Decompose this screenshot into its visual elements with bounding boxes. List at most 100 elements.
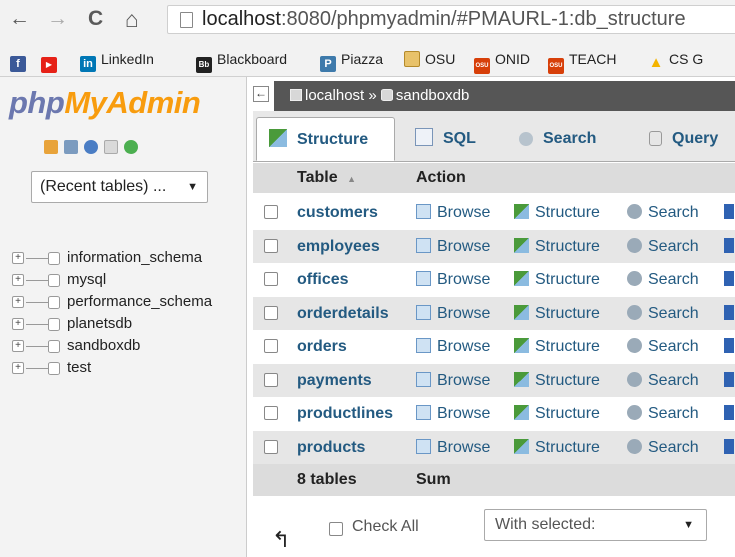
search-action[interactable]: Search xyxy=(627,397,699,430)
db-item[interactable]: + mysql xyxy=(12,269,212,291)
insert-action[interactable] xyxy=(724,230,735,263)
db-name[interactable]: mysql xyxy=(67,271,106,288)
table-name-link[interactable]: products xyxy=(297,431,365,464)
bookmark-cs[interactable]: ▲ CS G xyxy=(648,49,704,71)
structure-action[interactable]: Structure xyxy=(514,397,600,430)
insert-action[interactable] xyxy=(724,397,735,430)
search-action[interactable]: Search xyxy=(627,297,699,330)
home-button[interactable]: ⌂ xyxy=(125,8,139,31)
db-item[interactable]: + planetsdb xyxy=(12,313,212,335)
table-name-link[interactable]: employees xyxy=(297,230,380,263)
search-action[interactable]: Search xyxy=(627,230,699,263)
expand-icon[interactable]: + xyxy=(12,340,24,352)
table-name-link[interactable]: customers xyxy=(297,196,378,229)
expand-icon[interactable]: + xyxy=(12,274,24,286)
structure-action[interactable]: Structure xyxy=(514,263,600,296)
structure-action[interactable]: Structure xyxy=(514,431,600,464)
search-action[interactable]: Search xyxy=(627,431,699,464)
recent-tables-select[interactable]: (Recent tables) ... ▼ xyxy=(31,171,208,203)
row-checkbox[interactable] xyxy=(264,238,278,253)
forward-button[interactable]: → xyxy=(47,8,68,29)
row-checkbox[interactable] xyxy=(264,272,278,286)
docs-icon[interactable] xyxy=(104,140,118,154)
reload-button[interactable]: C xyxy=(88,8,103,29)
structure-icon xyxy=(514,304,529,320)
insert-action[interactable] xyxy=(724,364,735,397)
search-action[interactable]: Search xyxy=(627,364,699,397)
browse-action[interactable]: Browse xyxy=(416,263,490,296)
bookmark-onid[interactable]: OSU ONID xyxy=(474,49,530,74)
row-checkbox[interactable] xyxy=(264,406,278,420)
tab-structure[interactable]: Structure xyxy=(256,117,395,161)
db-name[interactable]: performance_schema xyxy=(67,293,212,310)
insert-action[interactable] xyxy=(724,297,735,330)
row-checkbox[interactable] xyxy=(264,305,278,320)
browse-action[interactable]: Browse xyxy=(416,297,490,330)
insert-action[interactable] xyxy=(724,330,735,363)
table-name-link[interactable]: orderdetails xyxy=(297,297,389,330)
browse-action[interactable]: Browse xyxy=(416,330,490,363)
bookmark-facebook[interactable]: f xyxy=(10,49,31,72)
row-checkbox[interactable] xyxy=(264,439,278,454)
row-checkbox[interactable] xyxy=(264,372,278,387)
help-icon[interactable] xyxy=(84,140,98,154)
row-checkbox[interactable] xyxy=(264,205,278,219)
with-selected-select[interactable]: With selected: ▼ xyxy=(484,509,707,541)
bookmark-teach[interactable]: OSU TEACH xyxy=(548,49,616,74)
table-column-header[interactable]: Table ▲ xyxy=(297,163,356,194)
browse-action[interactable]: Browse xyxy=(416,397,490,430)
bookmark-youtube[interactable]: ▶ xyxy=(41,49,62,73)
db-item[interactable]: + sandboxdb xyxy=(12,335,212,357)
table-name-link[interactable]: offices xyxy=(297,263,349,296)
bookmark-piazza[interactable]: P Piazza xyxy=(320,49,383,72)
structure-action[interactable]: Structure xyxy=(514,364,600,397)
collapse-panel-button[interactable]: ← xyxy=(253,86,269,102)
db-name[interactable]: planetsdb xyxy=(67,315,132,332)
table-name-link[interactable]: productlines xyxy=(297,397,393,430)
tab-sql[interactable]: SQL xyxy=(403,117,495,161)
expand-icon[interactable]: + xyxy=(12,362,24,374)
reload-nav-icon[interactable] xyxy=(124,140,138,154)
search-action[interactable]: Search xyxy=(627,263,699,296)
phpmyadmin-logo[interactable]: phpMyAdmin xyxy=(9,85,201,121)
home-icon[interactable] xyxy=(44,140,58,154)
db-name[interactable]: test xyxy=(67,359,91,376)
back-button[interactable]: ← xyxy=(9,8,30,29)
expand-icon[interactable]: + xyxy=(12,252,24,264)
structure-action[interactable]: Structure xyxy=(514,230,600,263)
row-checkbox[interactable] xyxy=(264,339,278,353)
expand-icon[interactable]: + xyxy=(12,296,24,308)
table-name-link[interactable]: payments xyxy=(297,364,372,397)
browse-action[interactable]: Browse xyxy=(416,431,490,464)
table-name-link[interactable]: orders xyxy=(297,330,347,363)
bookmark-osu[interactable]: OSU xyxy=(404,49,455,69)
insert-action[interactable] xyxy=(724,196,735,229)
structure-action[interactable]: Structure xyxy=(514,196,600,229)
search-action[interactable]: Search xyxy=(627,330,699,363)
tab-query[interactable]: Query xyxy=(637,117,735,161)
search-action[interactable]: Search xyxy=(627,196,699,229)
expand-icon[interactable]: + xyxy=(12,318,24,330)
db-name[interactable]: information_schema xyxy=(67,249,202,266)
check-all-label[interactable]: Check All xyxy=(352,518,419,536)
insert-action[interactable] xyxy=(724,263,735,296)
db-item[interactable]: + performance_schema xyxy=(12,291,212,313)
bookmark-linkedin[interactable]: in LinkedIn xyxy=(80,49,154,72)
browse-action[interactable]: Browse xyxy=(416,230,490,263)
check-all-checkbox[interactable] xyxy=(329,522,343,536)
tab-search[interactable]: Search xyxy=(507,117,625,161)
browse-action[interactable]: Browse xyxy=(416,364,490,397)
insert-icon xyxy=(724,304,734,320)
address-bar[interactable]: localhost:8080/phpmyadmin/#PMAURL-1:db_s… xyxy=(167,5,735,34)
bookmark-blackboard[interactable]: Bb Blackboard xyxy=(196,49,287,73)
db-item[interactable]: + information_schema xyxy=(12,247,212,269)
breadcrumb-database[interactable]: sandboxdb xyxy=(396,87,469,104)
logout-icon[interactable] xyxy=(64,140,78,154)
breadcrumb-server[interactable]: localhost xyxy=(305,87,364,104)
structure-action[interactable]: Structure xyxy=(514,297,600,330)
db-item[interactable]: + test xyxy=(12,357,212,379)
insert-action[interactable] xyxy=(724,431,735,464)
structure-action[interactable]: Structure xyxy=(514,330,600,363)
db-name[interactable]: sandboxdb xyxy=(67,337,140,354)
browse-action[interactable]: Browse xyxy=(416,196,490,229)
